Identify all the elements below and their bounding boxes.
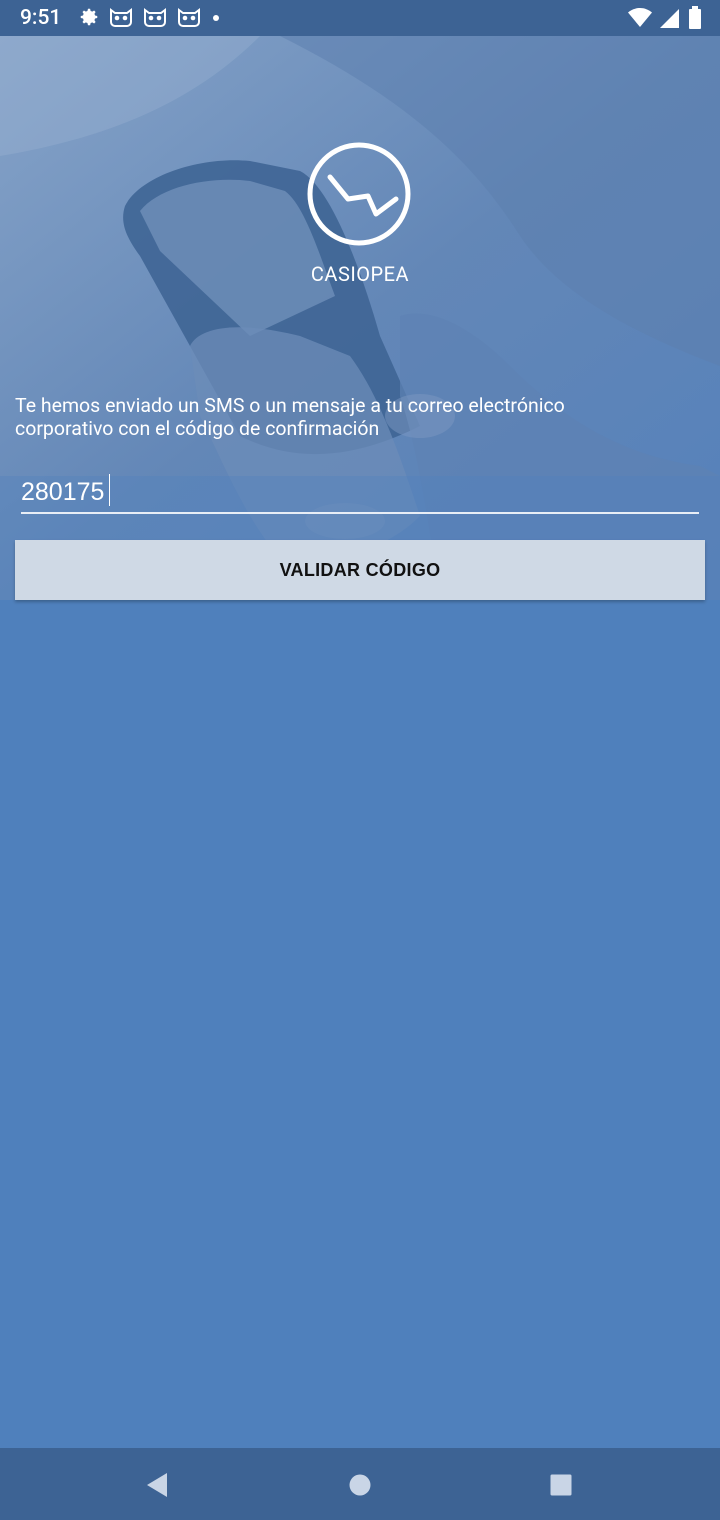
sms-confirmation-message: Te hemos enviado un SMS o un mensaje a t…: [15, 394, 565, 440]
back-icon[interactable]: [142, 1470, 172, 1500]
cat-face-icon: [108, 6, 134, 32]
hero-background-image: [0, 36, 720, 600]
cat-face-icon: [176, 6, 202, 32]
status-time: 9:51: [20, 6, 62, 30]
wifi-icon: [628, 7, 652, 33]
dot-icon: [210, 6, 222, 32]
confirmation-code-input[interactable]: [21, 472, 699, 514]
home-icon[interactable]: [345, 1470, 375, 1500]
notification-icons: [78, 6, 222, 32]
brand-name: CASIOPEA: [310, 262, 410, 286]
validate-code-button[interactable]: VALIDAR CÓDIGO: [15, 540, 705, 600]
signal-icon: [660, 7, 680, 33]
gear-icon: [78, 6, 100, 32]
battery-icon: [688, 6, 702, 34]
recents-icon[interactable]: [546, 1470, 576, 1500]
casiopea-logo: [306, 141, 412, 247]
status-bar: 9:51: [0, 0, 720, 36]
cat-face-icon: [142, 6, 168, 32]
navigation-bar: [0, 1448, 720, 1520]
system-icons: [628, 6, 702, 34]
text-cursor: [109, 474, 110, 506]
